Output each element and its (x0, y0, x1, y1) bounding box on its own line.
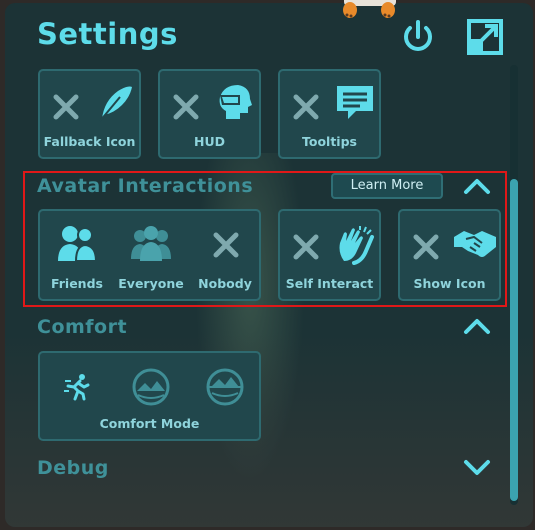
chevron-up-icon[interactable] (462, 176, 492, 196)
mountain-view-icon (206, 368, 244, 406)
tooltips-tile[interactable]: Tooltips (278, 69, 381, 159)
everyone-option[interactable]: Everyone (114, 211, 188, 299)
avatar-paws (343, 0, 396, 18)
avatar-interactions-title: Avatar Interactions (37, 175, 254, 197)
chevron-down-icon[interactable] (462, 457, 492, 477)
tile-label: Tooltips (302, 134, 357, 149)
settings-panel: Settings Fallback Icon HUD Tooltips Avat… (5, 3, 533, 527)
debug-title: Debug (37, 457, 109, 479)
chevron-up-icon[interactable] (462, 316, 492, 336)
head-visor-icon (219, 85, 252, 119)
speech-bubble-icon (337, 86, 373, 119)
show-icon-tile[interactable]: Show Icon (398, 209, 501, 301)
friends-option[interactable]: Friends (40, 211, 114, 299)
friends-icon (58, 226, 98, 262)
running-person-icon (64, 374, 90, 401)
tile-label: Comfort Mode (99, 416, 200, 431)
toggle-off-x-icon (413, 234, 439, 260)
hud-tile[interactable]: HUD (158, 69, 261, 159)
self-interact-tile[interactable]: Self Interact (278, 209, 381, 301)
power-icon[interactable] (398, 17, 438, 57)
tile-label: HUD (194, 134, 225, 149)
toggle-off-x-icon (173, 94, 199, 120)
toggle-off-x-icon (293, 234, 319, 260)
option-label: Friends (51, 276, 103, 291)
expand-window-icon[interactable] (465, 17, 505, 57)
interaction-permission-group: Friends Everyone Nobody (38, 209, 261, 301)
x-icon (213, 232, 239, 258)
comfort-title: Comfort (37, 316, 128, 338)
tile-label: Self Interact (285, 276, 374, 291)
scrollbar-thumb[interactable] (510, 179, 518, 501)
nobody-option[interactable]: Nobody (188, 211, 262, 299)
group-icon (131, 226, 171, 261)
mountain-view-icon (132, 368, 170, 406)
clapping-hands-icon (339, 226, 374, 265)
toggle-off-x-icon (293, 94, 319, 120)
tile-label: Fallback Icon (43, 134, 136, 149)
option-label: Nobody (198, 276, 252, 291)
page-title: Settings (37, 17, 178, 51)
feather-icon (99, 86, 132, 122)
scrollbar[interactable] (510, 65, 518, 505)
tile-label: Show Icon (413, 276, 486, 291)
comfort-mode-tile: Comfort Mode (38, 351, 261, 441)
toggle-off-x-icon (53, 94, 79, 120)
learn-more-button[interactable]: Learn More (331, 173, 443, 199)
fallback-icon-tile[interactable]: Fallback Icon (38, 69, 141, 159)
handshake-icon (454, 231, 496, 257)
option-label: Everyone (118, 276, 184, 291)
